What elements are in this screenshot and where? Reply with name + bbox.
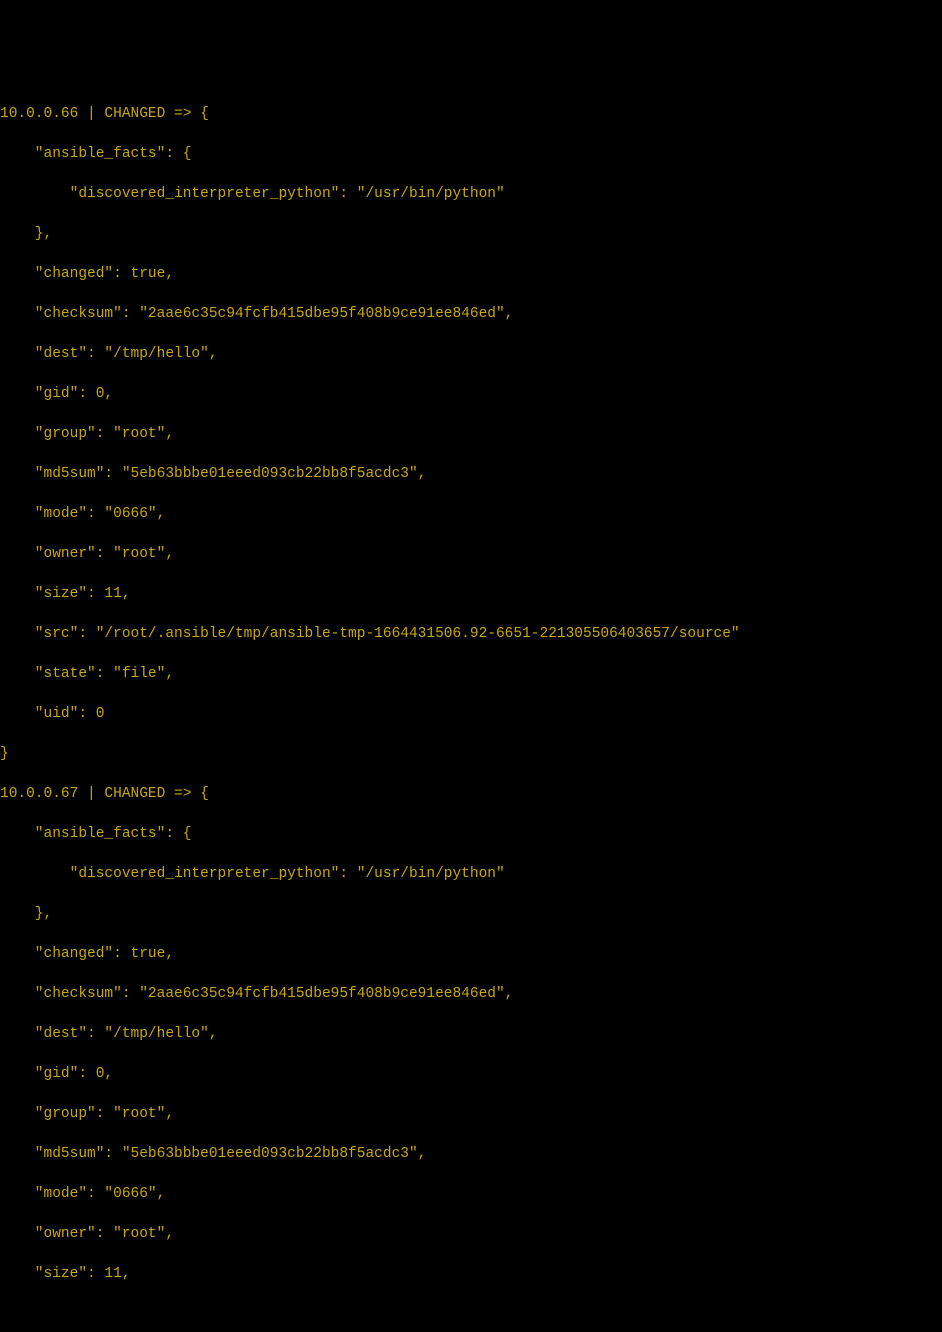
output-line: "ansible_facts": { [0, 144, 942, 164]
output-line: "dest": "/tmp/hello", [0, 344, 942, 364]
output-line: "mode": "0666", [0, 1184, 942, 1204]
output-line: "mode": "0666", [0, 504, 942, 524]
output-line: "src": "/root/.ansible/tmp/ansible-tmp-1… [0, 624, 942, 644]
output-line: }, [0, 224, 942, 244]
output-line: "size": 11, [0, 1264, 942, 1284]
output-line: "owner": "root", [0, 544, 942, 564]
output-line: "gid": 0, [0, 1064, 942, 1084]
output-line: "ansible_facts": { [0, 824, 942, 844]
output-line: "gid": 0, [0, 384, 942, 404]
output-line: "checksum": "2aae6c35c94fcfb415dbe95f408… [0, 304, 942, 324]
output-line: "changed": true, [0, 944, 942, 964]
output-line: "md5sum": "5eb63bbbe01eeed093cb22bb8f5ac… [0, 464, 942, 484]
output-line: "changed": true, [0, 264, 942, 284]
output-line: "owner": "root", [0, 1224, 942, 1244]
output-line: "group": "root", [0, 1104, 942, 1124]
output-line: "discovered_interpreter_python": "/usr/b… [0, 184, 942, 204]
host-header: 10.0.0.66 | CHANGED => { [0, 104, 942, 124]
output-line: "size": 11, [0, 584, 942, 604]
host-header: 10.0.0.67 | CHANGED => { [0, 784, 942, 804]
terminal-output: 10.0.0.66 | CHANGED => { "ansible_facts"… [0, 80, 942, 1304]
output-line: "uid": 0 [0, 704, 942, 724]
output-line: "discovered_interpreter_python": "/usr/b… [0, 864, 942, 884]
output-line: "group": "root", [0, 424, 942, 444]
output-line: "dest": "/tmp/hello", [0, 1024, 942, 1044]
output-line: "checksum": "2aae6c35c94fcfb415dbe95f408… [0, 984, 942, 1004]
output-line: "state": "file", [0, 664, 942, 684]
output-line: "md5sum": "5eb63bbbe01eeed093cb22bb8f5ac… [0, 1144, 942, 1164]
output-line: } [0, 744, 942, 764]
output-line: }, [0, 904, 942, 924]
